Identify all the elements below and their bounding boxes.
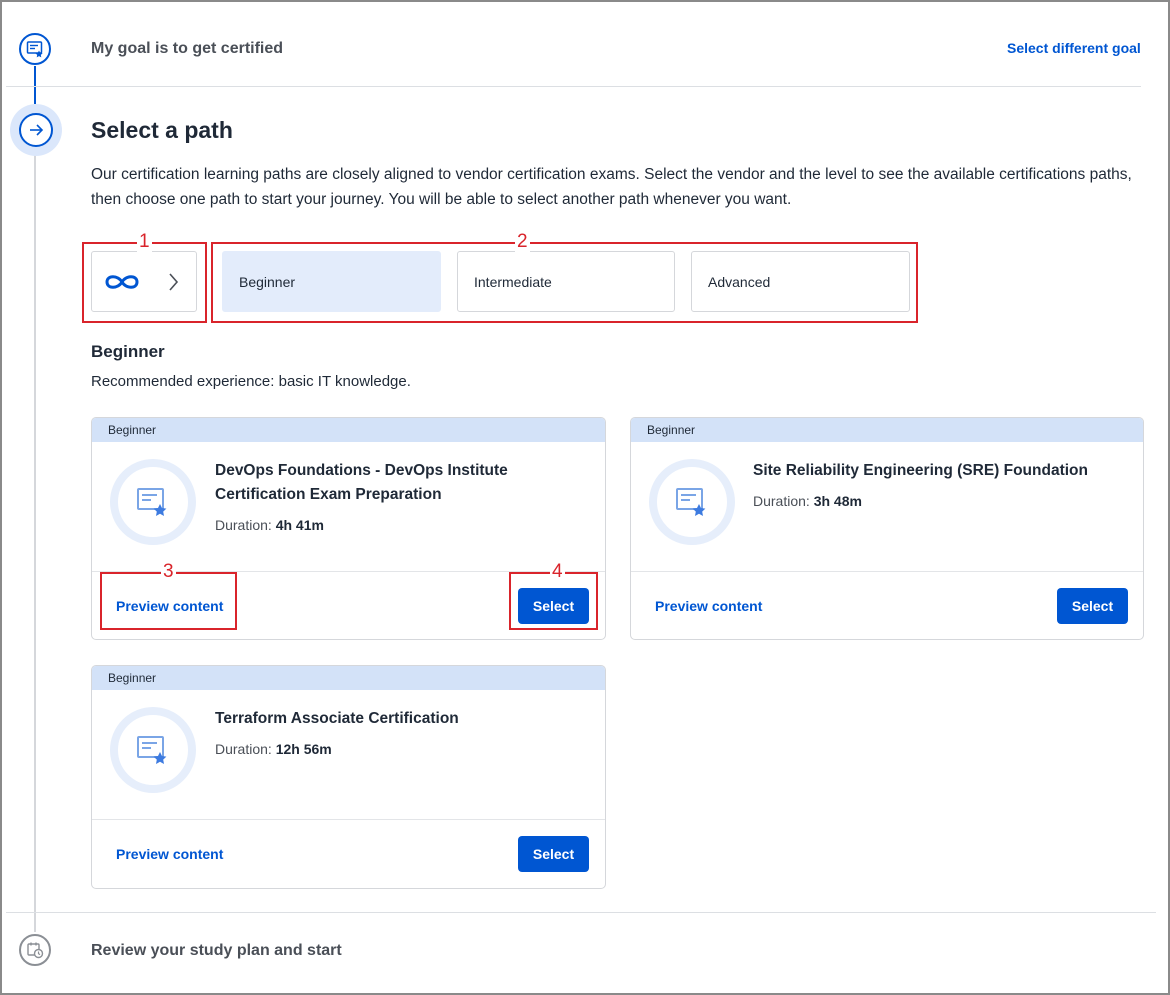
annotation-number: 4: [550, 561, 565, 582]
goal-step-icon: [19, 33, 51, 65]
level-heading: Beginner: [91, 342, 165, 361]
path-duration: Duration: 12h 56m: [215, 741, 332, 757]
path-duration: Duration: 4h 41m: [215, 517, 324, 533]
certificate-icon: [676, 488, 706, 516]
annotation-number: 2: [515, 231, 530, 252]
certificate-icon: [137, 736, 167, 764]
path-step-indicator: [10, 104, 62, 156]
duration-label: Duration:: [215, 517, 272, 533]
path-card-title: DevOps Foundations - DevOps Institute Ce…: [215, 459, 508, 507]
path-card-title-line: Site Reliability Engineering (SRE) Found…: [753, 462, 1088, 479]
level-badge: Beginner: [92, 666, 605, 690]
preview-content-link[interactable]: Preview content: [655, 598, 762, 614]
path-card-title: Site Reliability Engineering (SRE) Found…: [753, 459, 1088, 483]
select-different-goal-link[interactable]: Select different goal: [1007, 40, 1141, 56]
path-card: Beginner Site Reliability Engineering (S…: [630, 417, 1144, 640]
path-description: Our certification learning paths are clo…: [91, 162, 1161, 212]
duration-value: 12h 56m: [275, 741, 332, 757]
duration-value: 3h 48m: [813, 493, 862, 509]
path-card-title-line: DevOps Foundations - DevOps Institute: [215, 462, 508, 479]
preview-content-link[interactable]: Preview content: [116, 846, 223, 862]
description-line: then choose one path to start your journ…: [91, 191, 792, 208]
annotation-number: 1: [137, 231, 152, 252]
description-line: Our certification learning paths are clo…: [91, 166, 1132, 183]
recommended-experience: Recommended experience: basic IT knowled…: [91, 373, 411, 390]
review-step-icon: [19, 934, 51, 966]
path-card-icon: [110, 707, 196, 793]
card-divider: [631, 571, 1143, 572]
divider: [6, 86, 1141, 87]
path-card-title: Terraform Associate Certification: [215, 707, 459, 731]
annotation-box: [82, 242, 207, 323]
path-card-title-line: Certification Exam Preparation: [215, 486, 442, 503]
annotation-box: [211, 242, 918, 323]
path-card-icon: [649, 459, 735, 545]
calendar-clock-icon: [27, 942, 44, 959]
certificate-icon: [26, 41, 43, 58]
duration-value: 4h 41m: [275, 517, 324, 533]
duration-label: Duration:: [215, 741, 272, 757]
duration-label: Duration:: [753, 493, 810, 509]
select-path-button[interactable]: Select: [1057, 588, 1128, 624]
level-badge: Beginner: [92, 418, 605, 442]
path-duration: Duration: 3h 48m: [753, 493, 862, 509]
timeline-connector-done: [34, 66, 36, 104]
timeline-connector-pending: [34, 152, 36, 932]
path-card: Beginner Terraform Associate Certificati…: [91, 665, 606, 889]
level-badge: Beginner: [631, 418, 1143, 442]
review-step-title: Review your study plan and start: [91, 942, 342, 959]
path-card-icon: [110, 459, 196, 545]
path-card-title-line: Terraform Associate Certification: [215, 710, 459, 727]
divider: [6, 912, 1156, 913]
page-title: Select a path: [91, 117, 233, 143]
annotation-number: 3: [161, 561, 176, 582]
arrow-right-circle-icon: [19, 113, 53, 147]
select-path-button[interactable]: Select: [518, 836, 589, 872]
certificate-icon: [137, 488, 167, 516]
goal-step-title: My goal is to get certified: [91, 40, 284, 57]
card-divider: [92, 819, 605, 820]
